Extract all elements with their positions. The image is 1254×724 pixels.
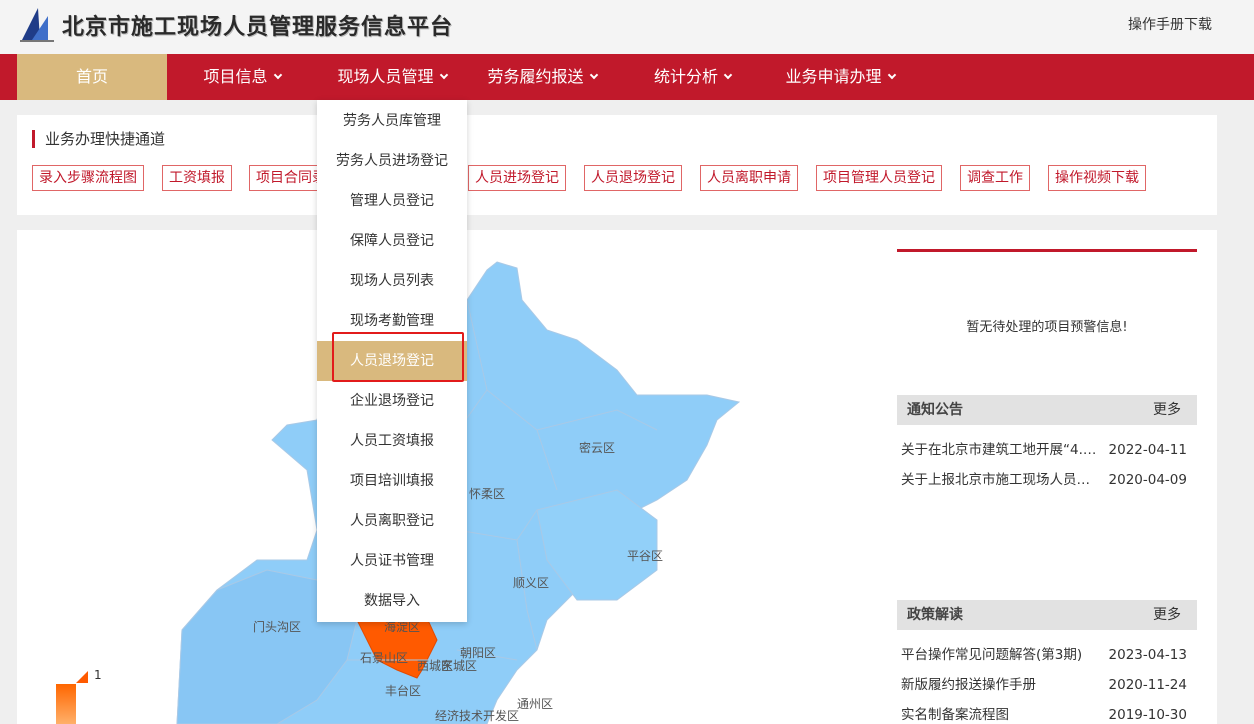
nav-labor-report[interactable]: 劳务履约报送	[472, 54, 612, 100]
notice-item[interactable]: 关于在北京市建筑工地开展“4.15全民国家安全教育日”宣传活动的通知 2022-…	[901, 439, 1197, 461]
selection-highlight-box	[332, 332, 464, 382]
menu-item-wage-report[interactable]: 人员工资填报	[317, 421, 467, 461]
district-label-chaoyang: 朝阳区	[460, 646, 496, 660]
chevron-down-icon	[273, 70, 282, 80]
project-warning-message: 暂无待处理的项目预警信息!	[966, 320, 1128, 335]
policy-title: 政策解读	[907, 607, 963, 623]
quick-button-resign[interactable]: 人员离职申请	[700, 165, 798, 191]
menu-item-certificate[interactable]: 人员证书管理	[317, 541, 467, 581]
quick-button-survey[interactable]: 调查工作	[960, 165, 1030, 191]
policy-item-date: 2023-04-13	[1108, 647, 1187, 663]
legend-marker-icon	[76, 671, 88, 683]
policy-more-link[interactable]: 更多	[1153, 600, 1181, 630]
legend-max-value: 1	[94, 668, 102, 682]
header: 北京市施工现场人员管理服务信息平台 操作手册下载	[0, 0, 1254, 54]
nav-project-info[interactable]: 项目信息	[182, 54, 302, 100]
policy-item-title[interactable]: 平台操作常见问题解答(第3期)	[901, 644, 1099, 666]
site-title: 北京市施工现场人员管理服务信息平台	[62, 15, 454, 40]
notice-title[interactable]: 关于上报北京市施工现场人员情况的通知	[901, 469, 1099, 491]
notice-date: 2020-04-09	[1108, 472, 1187, 488]
quick-button-flowchart[interactable]: 录入步骤流程图	[32, 165, 144, 191]
notice-date: 2022-04-11	[1108, 442, 1187, 458]
chevron-down-icon	[723, 70, 733, 80]
policy-item-date: 2020-11-24	[1108, 677, 1187, 693]
menu-item-personnel-list[interactable]: 现场人员列表	[317, 261, 467, 301]
nav-label: 首页	[75, 67, 108, 86]
menu-item-labor-entry[interactable]: 劳务人员进场登记	[317, 141, 467, 181]
quick-button-manager[interactable]: 项目管理人员登记	[816, 165, 942, 191]
menu-item-support-register[interactable]: 保障人员登记	[317, 221, 467, 261]
quick-button-exit[interactable]: 人员退场登记	[584, 165, 682, 191]
district-label-tongzhou: 通州区	[517, 697, 553, 711]
chevron-down-icon	[887, 70, 896, 80]
menu-item-manager-register[interactable]: 管理人员登记	[317, 181, 467, 221]
quick-button-wage[interactable]: 工资填报	[162, 165, 232, 191]
district-label-dongcheng: 东城区	[441, 659, 477, 673]
main-panel: 密云区 怀柔区 平谷区 顺义区 门头沟区 海淀区 朝阳区 石景山区 西城区 东城…	[17, 230, 1217, 724]
policy-item-date: 2019-10-30	[1108, 707, 1187, 723]
quick-access-title: 业务办理快捷通道	[32, 130, 165, 148]
nav-label: 劳务履约报送	[487, 67, 584, 86]
notice-title[interactable]: 关于在北京市建筑工地开展“4.15全民国家安全教育日”宣传活动的通知	[901, 439, 1099, 461]
district-label-mentougou: 门头沟区	[253, 619, 301, 634]
district-label-shijingshan: 石景山区	[360, 651, 408, 665]
notices-more-link[interactable]: 更多	[1153, 395, 1181, 425]
chevron-down-icon	[439, 70, 448, 80]
policy-item-title[interactable]: 新版履约报送操作手册	[901, 674, 1099, 696]
district-label-shunyi: 顺义区	[513, 576, 549, 590]
menu-item-resign-register[interactable]: 人员离职登记	[317, 501, 467, 541]
notices-title: 通知公告	[907, 402, 963, 418]
policy-item[interactable]: 实名制备案流程图 2019-10-30	[901, 704, 1197, 724]
quick-access-panel: 业务办理快捷通道 录入步骤流程图 工资填报 项目合同录入 人员进场登记 人员退场…	[17, 115, 1217, 215]
quick-button-entry[interactable]: 人员进场登记	[468, 165, 566, 191]
district-label-miyun: 密云区	[579, 440, 615, 455]
menu-item-company-exit[interactable]: 企业退场登记	[317, 381, 467, 421]
nav-label: 业务申请办理	[785, 67, 882, 86]
chevron-down-icon	[589, 70, 598, 80]
menu-item-training-report[interactable]: 项目培训填报	[317, 461, 467, 501]
main-nav: 首页 项目信息 现场人员管理 劳务履约报送 统计分析 业务申请办理	[0, 54, 1254, 100]
nav-statistics[interactable]: 统计分析	[635, 54, 750, 100]
nav-label: 现场人员管理	[337, 67, 434, 86]
map-legend-bar[interactable]	[56, 684, 76, 724]
nav-label: 项目信息	[203, 67, 268, 86]
policy-item-title[interactable]: 实名制备案流程图	[901, 704, 1099, 724]
menu-item-labor-pool[interactable]: 劳务人员库管理	[317, 101, 467, 141]
nav-label: 统计分析	[653, 67, 718, 86]
nav-site-personnel[interactable]: 现场人员管理	[322, 54, 462, 100]
district-label-pinggu: 平谷区	[627, 549, 663, 563]
menu-item-data-import[interactable]: 数据导入	[317, 581, 467, 621]
policy-item[interactable]: 平台操作常见问题解答(第3期) 2023-04-13	[901, 644, 1197, 666]
district-label-econ-dev: 经济技术开发区	[435, 708, 519, 723]
notices-header: 通知公告 更多	[897, 395, 1197, 425]
quick-button-video[interactable]: 操作视频下载	[1048, 165, 1146, 191]
district-label-fengtai: 丰台区	[385, 683, 421, 698]
policy-header: 政策解读 更多	[897, 600, 1197, 630]
nav-home[interactable]: 首页	[17, 54, 167, 100]
warning-divider	[897, 249, 1197, 252]
logo-icon	[20, 8, 54, 42]
policy-item[interactable]: 新版履约报送操作手册 2020-11-24	[901, 674, 1197, 696]
manual-download-link[interactable]: 操作手册下载	[1128, 14, 1212, 34]
district-label-huairou: 怀柔区	[469, 487, 505, 501]
nav-business-apply[interactable]: 业务申请办理	[770, 54, 910, 100]
notice-item[interactable]: 关于上报北京市施工现场人员情况的通知 2020-04-09	[901, 469, 1197, 491]
